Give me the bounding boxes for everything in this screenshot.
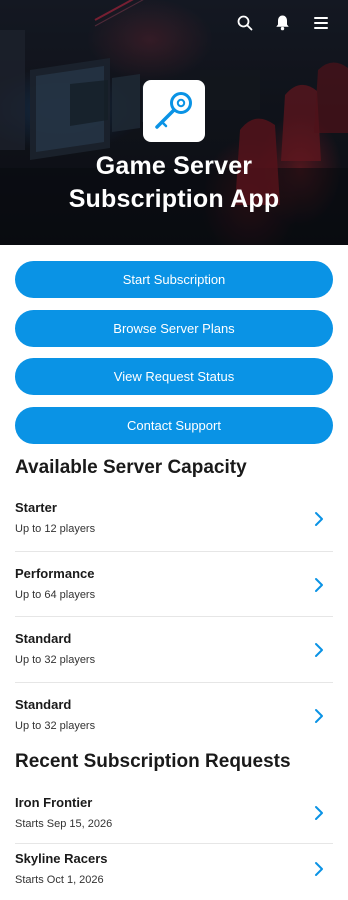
magnifier-key-icon <box>155 92 192 129</box>
search-icon[interactable] <box>235 13 254 32</box>
capacity-item-title: Standard <box>15 631 72 646</box>
chevron-right-icon <box>315 577 323 592</box>
capacity-item-performance[interactable]: Performance Up to 64 players <box>15 552 333 617</box>
chevron-right-icon <box>315 512 323 526</box>
request-item-skyline-racers[interactable]: Skyline Racers Starts Oct 1, 2026 <box>15 844 333 900</box>
capacity-item-subtitle: Up to 64 players <box>15 588 96 601</box>
requests-list: Iron Frontier Starts Sep 15, 2026 Skylin… <box>15 788 333 900</box>
request-item-title: Iron Frontier <box>15 795 93 810</box>
app-title: Game Server Subscription App <box>0 150 348 216</box>
chevron-right-icon <box>315 806 323 820</box>
menu-icon[interactable] <box>311 13 330 32</box>
hero-banner: Game Server Subscription App <box>0 0 348 245</box>
capacity-item-subtitle: Up to 32 players <box>15 654 96 666</box>
view-request-status-button[interactable]: View Request Status <box>15 358 333 396</box>
capacity-section-heading: Available Server Capacity <box>15 457 247 478</box>
capacity-item-standard[interactable]: Standard Up to 32 players <box>15 617 333 683</box>
capacity-item-title: Starter <box>15 500 57 515</box>
app-title-line-1: Game Server <box>95 152 253 180</box>
request-item-iron-frontier[interactable]: Iron Frontier Starts Sep 15, 2026 <box>15 788 333 844</box>
request-item-subtitle: Starts Sep 15, 2026 <box>15 818 113 830</box>
notification-bell-icon[interactable] <box>273 13 292 32</box>
capacity-item-standard[interactable]: Standard Up to 32 players <box>15 683 333 749</box>
request-item-subtitle: Starts Oct 1, 2026 <box>15 874 104 886</box>
chevron-right-icon <box>315 862 323 876</box>
capacity-item-starter[interactable]: Starter Up to 12 players <box>15 486 333 552</box>
chevron-right-icon <box>315 708 323 723</box>
primary-actions: Start Subscription Browse Server Plans V… <box>15 261 333 455</box>
start-subscription-button[interactable]: Start Subscription <box>15 261 333 298</box>
requests-section-heading: Recent Subscription Requests <box>15 751 291 772</box>
capacity-list: Starter Up to 12 players Performance Up … <box>15 486 333 748</box>
contact-support-button[interactable]: Contact Support <box>15 406 333 444</box>
app-title-line-2: Subscription App <box>68 185 280 213</box>
top-action-icons <box>235 13 330 32</box>
capacity-item-subtitle: Up to 12 players <box>15 523 96 535</box>
capacity-item-title: Standard <box>15 696 72 712</box>
capacity-item-subtitle: Up to 32 players <box>15 719 96 732</box>
app-logo <box>143 80 205 142</box>
browse-server-plans-button[interactable]: Browse Server Plans <box>15 309 333 347</box>
request-item-title: Skyline Racers <box>15 851 108 866</box>
chevron-right-icon <box>315 643 323 657</box>
capacity-item-title: Performance <box>15 565 95 581</box>
